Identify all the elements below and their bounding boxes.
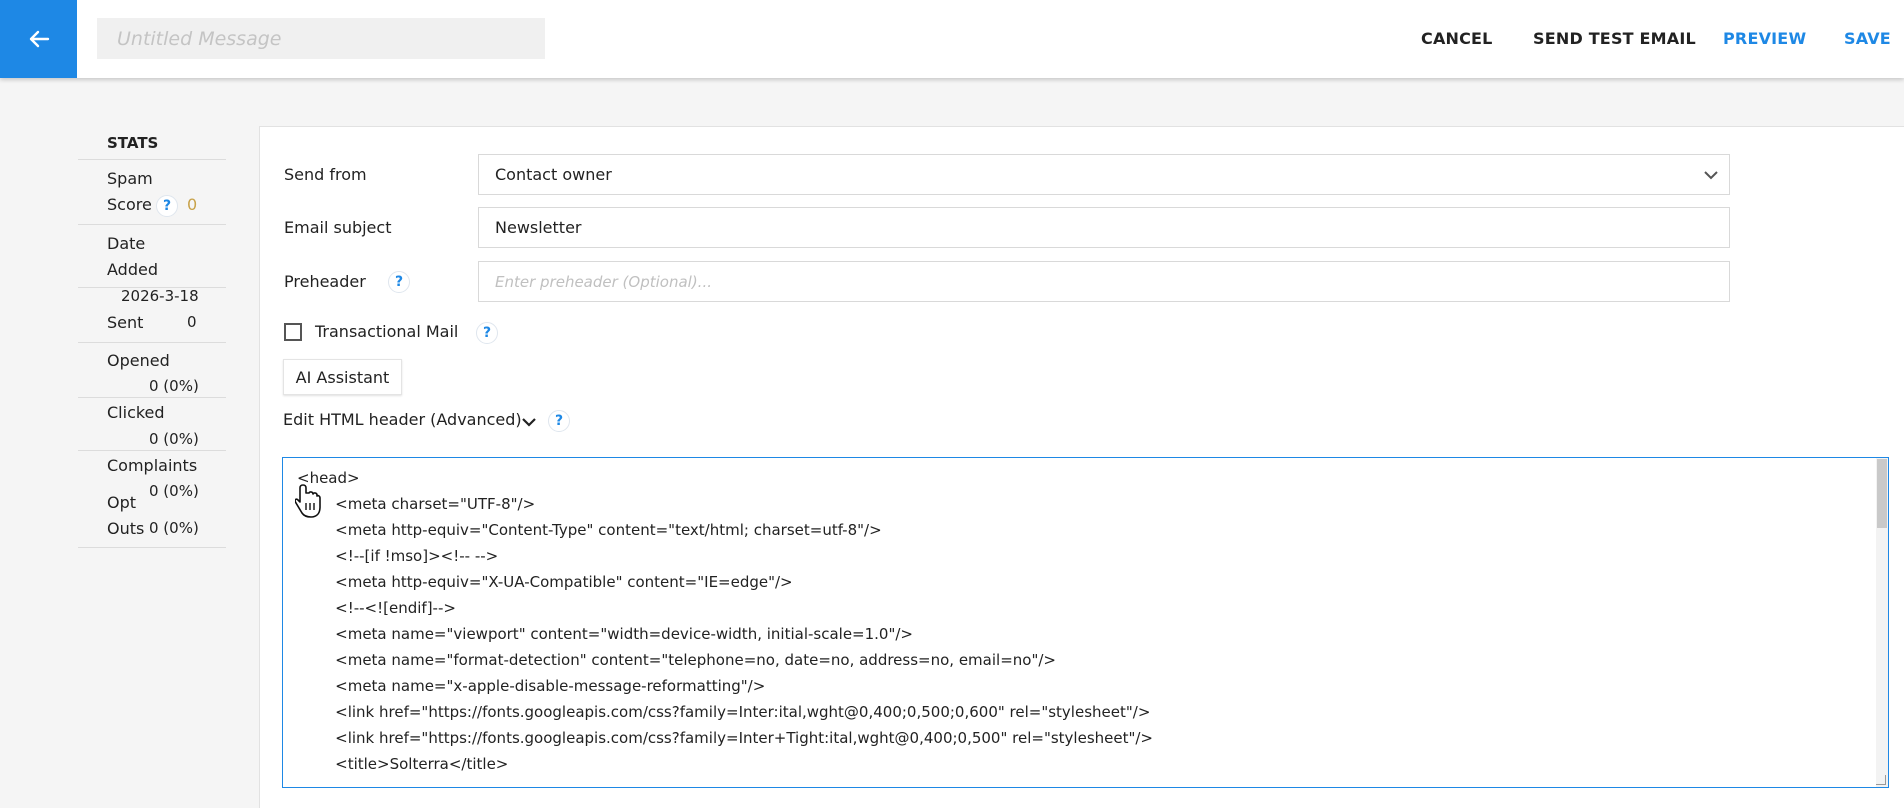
email-subject-value: Newsletter xyxy=(495,218,582,237)
send-from-label: Send from xyxy=(284,165,367,184)
back-button[interactable] xyxy=(0,0,77,78)
divider xyxy=(78,342,226,343)
opt-outs-label-2: Outs xyxy=(107,519,145,538)
code-line: <!--[if !mso]><!-- --> xyxy=(297,547,499,565)
scrollbar-thumb[interactable] xyxy=(1877,459,1887,528)
transactional-mail-checkbox[interactable] xyxy=(284,323,302,341)
email-subject-label: Email subject xyxy=(284,218,392,237)
code-line: <meta name="x-apple-disable-message-refo… xyxy=(297,677,766,695)
send-from-value: Contact owner xyxy=(495,165,612,184)
ai-assistant-button[interactable]: AI Assistant xyxy=(283,359,402,395)
divider xyxy=(78,450,226,451)
transactional-help-icon[interactable]: ? xyxy=(476,322,498,344)
preheader-label: Preheader xyxy=(284,272,366,291)
resize-grip-icon[interactable] xyxy=(1876,775,1886,785)
editor-scrollbar[interactable] xyxy=(1876,458,1888,787)
date-added-label: Date xyxy=(107,234,146,253)
send-from-select[interactable]: Contact owner xyxy=(478,154,1730,195)
clicked-label: Clicked xyxy=(107,403,165,422)
divider xyxy=(78,547,226,548)
complaints-value: 0 (0%) xyxy=(149,482,199,500)
code-line: <meta name="format-detection" content="t… xyxy=(297,651,1056,669)
divider xyxy=(78,397,226,398)
html-header-editor[interactable]: <head> <meta charset="UTF-8"/> <meta htt… xyxy=(282,457,1889,788)
preheader-help-icon[interactable]: ? xyxy=(388,271,410,293)
sent-label: Sent xyxy=(107,313,144,332)
spam-score-label: Spam xyxy=(107,169,153,188)
date-added-label-2: Added xyxy=(107,260,158,279)
code-line: <meta name="viewport" content="width=dev… xyxy=(297,625,913,643)
code-line: <!--<![endif]--> xyxy=(297,599,456,617)
preview-button[interactable]: PREVIEW xyxy=(1723,29,1806,48)
transactional-mail-label: Transactional Mail xyxy=(315,322,459,341)
chevron-down-icon xyxy=(1704,171,1718,180)
code-line: <link href="https://fonts.googleapis.com… xyxy=(297,729,1153,747)
spam-score-value: 0 xyxy=(187,195,198,214)
stats-title: STATS xyxy=(107,134,159,152)
code-line: <meta http-equiv="X-UA-Compatible" conte… xyxy=(297,573,793,591)
opt-outs-label: Opt xyxy=(107,493,137,512)
code-line: <link href="https://fonts.googleapis.com… xyxy=(297,703,1151,721)
send-test-email-button[interactable]: SEND TEST EMAIL xyxy=(1533,29,1696,48)
code-line: <meta charset="UTF-8"/> xyxy=(297,495,536,513)
code-line: <meta http-equiv="Content-Type" content=… xyxy=(297,521,882,539)
email-subject-field[interactable]: Newsletter xyxy=(478,207,1730,248)
spam-score-label-2: Score xyxy=(107,195,152,214)
spam-help-icon[interactable]: ? xyxy=(156,195,178,217)
save-button[interactable]: SAVE xyxy=(1844,29,1891,48)
preheader-field[interactable] xyxy=(478,261,1730,302)
divider xyxy=(78,159,226,160)
code-line: <title>Solterra</title> xyxy=(297,755,509,773)
cancel-button[interactable]: CANCEL xyxy=(1421,29,1493,48)
divider xyxy=(78,224,226,225)
sent-value: 0 xyxy=(187,313,197,331)
top-bar: CANCEL SEND TEST EMAIL PREVIEW SAVE xyxy=(0,0,1904,78)
arrow-left-icon xyxy=(29,30,49,48)
opt-outs-value: 0 (0%) xyxy=(149,519,199,537)
complaints-label: Complaints xyxy=(107,456,198,475)
code-line: <head> xyxy=(297,469,360,487)
edit-html-header-toggle[interactable]: Edit HTML header (Advanced) xyxy=(283,410,522,429)
opened-value: 0 (0%) xyxy=(149,377,199,395)
message-title-input[interactable] xyxy=(97,18,545,59)
date-added-value: 2026-3-18 xyxy=(121,287,199,305)
preheader-input[interactable] xyxy=(495,262,1729,301)
clicked-value: 0 (0%) xyxy=(149,430,199,448)
chevron-down-icon[interactable] xyxy=(521,414,537,430)
opened-label: Opened xyxy=(107,351,170,370)
edit-header-help-icon[interactable]: ? xyxy=(548,410,570,432)
